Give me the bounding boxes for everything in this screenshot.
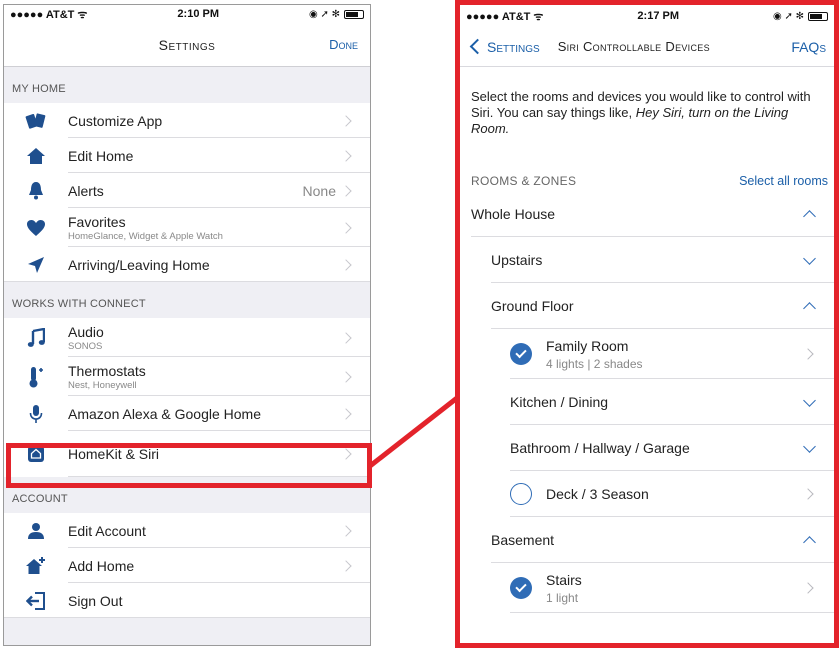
- chevron-up-icon: [803, 301, 816, 315]
- back-label: Settings: [487, 38, 540, 55]
- chevron-right-icon: [340, 331, 352, 344]
- alexa-google-label: Amazon Alexa & Google Home: [68, 405, 261, 422]
- battery-icon: [343, 9, 364, 19]
- chevron-right-icon: [340, 184, 352, 197]
- audio-row[interactable]: Audio SONOS: [4, 318, 370, 357]
- bell-icon: [4, 181, 68, 201]
- chevron-down-icon: [803, 251, 816, 265]
- chevron-down-icon: [803, 439, 816, 453]
- status-icons: ◉ ➚ ✻: [309, 9, 364, 20]
- favorites-row[interactable]: Favorites HomeGlance, Widget & Apple Wat…: [4, 208, 370, 247]
- section-header-works-with: WORKS WITH CONNECT: [4, 282, 370, 318]
- checked-circle-icon[interactable]: [510, 577, 532, 599]
- back-button[interactable]: Settings: [466, 39, 540, 55]
- customize-app-label: Customize App: [68, 112, 163, 129]
- carrier-signal: ●●●●● AT&T ᯤ: [466, 10, 544, 23]
- status-bar: ●●●●● AT&T ᯤ 2:17 PM ◉ ➚ ✻: [460, 5, 834, 27]
- add-home-label: Add Home: [68, 557, 135, 574]
- faqs-link[interactable]: FAQs: [791, 39, 826, 55]
- chevron-up-icon: [803, 535, 816, 549]
- zone-ground-floor[interactable]: Ground Floor: [460, 283, 834, 329]
- intro-text: Select the rooms and devices you would l…: [471, 89, 811, 136]
- chevron-down-icon: [803, 393, 816, 407]
- add-home-row[interactable]: Add Home: [4, 548, 370, 583]
- nav-bar: Settings Done: [4, 23, 370, 67]
- chevron-right-icon: [340, 221, 352, 234]
- favorites-label: Favorites: [68, 213, 126, 230]
- alerts-value: None: [302, 182, 336, 199]
- chevron-right-icon: [340, 524, 352, 537]
- siri-devices-screen: ●●●●● AT&T ᯤ 2:17 PM ◉ ➚ ✻ Settings Siri…: [455, 0, 839, 648]
- status-bar: ●●●●● AT&T ᯤ 2:10 PM ◉ ➚ ✻: [4, 5, 370, 23]
- arriving-leaving-label: Arriving/Leaving Home: [68, 256, 210, 273]
- chevron-right-icon: [340, 258, 352, 271]
- audio-label: Audio: [68, 323, 104, 340]
- heart-icon: [4, 219, 68, 237]
- alerts-label: Alerts: [68, 182, 104, 199]
- homekit-highlight-box: [6, 443, 372, 488]
- alerts-row[interactable]: Alerts None: [4, 173, 370, 208]
- chevron-right-icon: [802, 348, 814, 360]
- sign-out-label: Sign Out: [68, 592, 123, 609]
- chevron-left-icon: [469, 38, 486, 55]
- zone-kitchen-dining[interactable]: Kitchen / Dining: [460, 379, 834, 425]
- chevron-up-icon: [803, 209, 816, 223]
- section-header-my-home: MY HOME: [4, 67, 370, 103]
- battery-icon: [807, 11, 828, 21]
- location-arrow-icon: [4, 256, 68, 274]
- zone-bathroom-hallway-garage[interactable]: Bathroom / Hallway / Garage: [460, 425, 834, 471]
- zone-whole-house[interactable]: Whole House: [460, 191, 834, 237]
- music-note-icon: [4, 327, 68, 348]
- status-time: 2:10 PM: [177, 8, 219, 20]
- arriving-leaving-row[interactable]: Arriving/Leaving Home: [4, 247, 370, 282]
- chevron-right-icon: [802, 582, 814, 594]
- zone-basement[interactable]: Basement: [460, 517, 834, 563]
- chevron-right-icon: [340, 370, 352, 383]
- thermostats-row[interactable]: Thermostats Nest, Honeywell: [4, 357, 370, 396]
- page-title: Settings: [158, 36, 216, 53]
- microphone-icon: [4, 404, 68, 424]
- edit-account-label: Edit Account: [68, 522, 146, 539]
- status-time: 2:17 PM: [637, 10, 679, 22]
- sign-out-row[interactable]: Sign Out: [4, 583, 370, 618]
- thermometer-icon: [4, 366, 68, 388]
- house-icon: [4, 147, 68, 165]
- rooms-zones-caption: ROOMS & ZONES: [471, 174, 577, 188]
- room-family-room[interactable]: Family Room 4 lights | 2 shades: [460, 329, 834, 379]
- chevron-right-icon: [340, 407, 352, 420]
- done-button[interactable]: Done: [329, 37, 358, 52]
- unchecked-circle-icon[interactable]: [510, 483, 532, 505]
- status-icons: ◉ ➚ ✻: [773, 11, 828, 22]
- customize-app-row[interactable]: Customize App: [4, 103, 370, 138]
- chevron-right-icon: [802, 488, 814, 500]
- rooms-zones-header: ROOMS & ZONES Select all rooms: [460, 171, 834, 191]
- checked-circle-icon[interactable]: [510, 343, 532, 365]
- alexa-google-row[interactable]: Amazon Alexa & Google Home: [4, 396, 370, 431]
- person-icon: [4, 522, 68, 540]
- room-stairs[interactable]: Stairs 1 light: [460, 563, 834, 613]
- thermostats-subtitle: Nest, Honeywell: [68, 379, 137, 391]
- thermostats-label: Thermostats: [68, 362, 146, 379]
- device-count: 4 lights | 2 shades: [546, 356, 643, 371]
- carrier-signal: ●●●●● AT&T ᯤ: [10, 8, 88, 21]
- sign-out-icon: [4, 591, 68, 610]
- add-house-icon: [4, 556, 68, 576]
- cards-icon: [4, 111, 68, 131]
- edit-home-row[interactable]: Edit Home: [4, 138, 370, 173]
- room-deck-3-season[interactable]: Deck / 3 Season: [460, 471, 834, 517]
- select-all-rooms-link[interactable]: Select all rooms: [739, 174, 828, 188]
- audio-subtitle: SONOS: [68, 340, 103, 352]
- zone-upstairs[interactable]: Upstairs: [460, 237, 834, 283]
- settings-screen: ●●●●● AT&T ᯤ 2:10 PM ◉ ➚ ✻ Settings Done…: [3, 4, 371, 646]
- nav-bar: Settings Siri Controllable Devices FAQs: [460, 27, 834, 67]
- page-title: Siri Controllable Devices: [557, 39, 710, 54]
- edit-home-label: Edit Home: [68, 147, 134, 164]
- edit-account-row[interactable]: Edit Account: [4, 513, 370, 548]
- device-count: 1 light: [546, 590, 579, 605]
- favorites-subtitle: HomeGlance, Widget & Apple Watch: [68, 230, 223, 242]
- chevron-right-icon: [340, 149, 352, 162]
- chevron-right-icon: [340, 114, 352, 127]
- chevron-right-icon: [340, 559, 352, 572]
